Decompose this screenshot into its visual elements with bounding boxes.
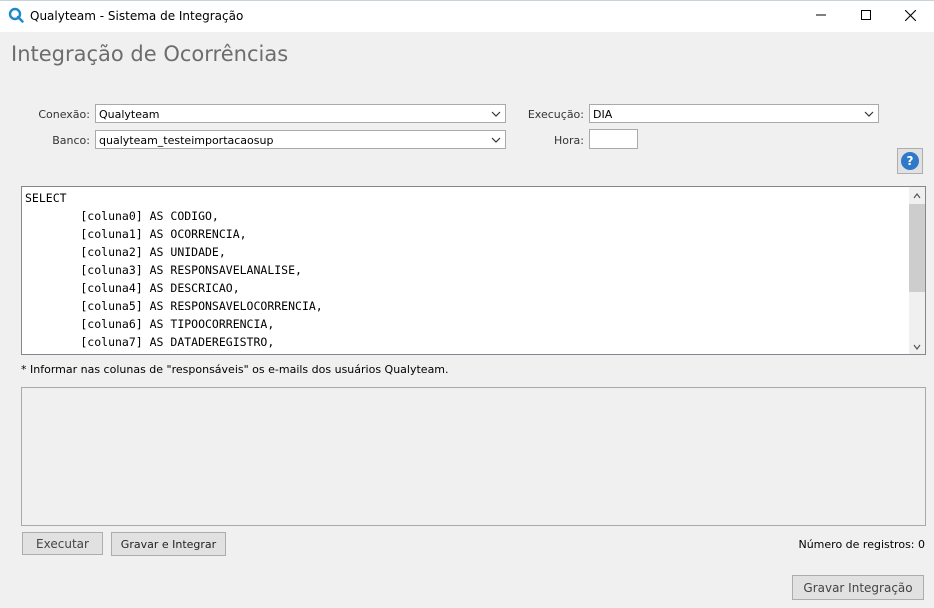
sql-line: SELECT [25, 191, 67, 205]
help-icon: ? [901, 152, 919, 170]
qualyteam-logo-icon [8, 7, 24, 23]
maximize-button[interactable] [843, 1, 888, 32]
sql-query-editor[interactable]: SELECT [coluna0] AS CODIGO, [coluna1] AS… [21, 186, 926, 355]
gravar-e-integrar-button[interactable]: Gravar e Integrar [111, 532, 226, 556]
maximize-icon [860, 10, 871, 23]
scroll-thumb[interactable] [909, 204, 925, 292]
title-bar[interactable]: Qualyteam - Sistema de Integração [0, 1, 934, 32]
close-icon [904, 9, 917, 24]
scroll-up-button[interactable] [909, 187, 925, 203]
sql-line: [coluna7] AS DATADEREGISTRO, [25, 335, 275, 349]
hora-label: Hora: [554, 134, 584, 147]
sql-line: [coluna4] AS DESCRICAO, [25, 281, 240, 295]
banco-select[interactable]: qualyteam_testeimportacaosup [95, 130, 506, 149]
chevron-down-icon [491, 109, 501, 122]
result-output-area[interactable] [21, 387, 926, 526]
sql-line: [coluna1] AS OCORRENCIA, [25, 227, 247, 241]
executar-button[interactable]: Executar [22, 532, 103, 555]
close-button[interactable] [888, 1, 933, 32]
sql-line: [coluna6] AS TIPOOCORRENCIA, [25, 317, 275, 331]
banco-value: qualyteam_testeimportacaosup [99, 134, 274, 147]
page-title: Integração de Ocorrências [11, 42, 289, 66]
sql-line: [coluna3] AS RESPONSAVELANALISE, [25, 263, 302, 277]
chevron-down-icon [913, 340, 921, 353]
sql-line: [coluna5] AS RESPONSAVELOCORRENCIA, [25, 299, 323, 313]
vertical-scrollbar[interactable] [909, 187, 925, 354]
hora-input[interactable] [589, 129, 638, 149]
chevron-down-icon [491, 135, 501, 148]
chevron-down-icon [864, 109, 874, 122]
scroll-down-button[interactable] [909, 338, 925, 354]
banco-label: Banco: [52, 134, 90, 147]
execucao-select[interactable]: DIA [589, 104, 879, 123]
sql-line: [coluna0] AS CODIGO, [25, 209, 219, 223]
responsaveis-note: * Informar nas colunas de "responsáveis"… [21, 363, 449, 376]
execucao-label: Execução: [527, 108, 584, 121]
minimize-icon [815, 10, 826, 23]
gravar-integracao-button[interactable]: Gravar Integração [792, 575, 924, 600]
help-button[interactable]: ? [897, 148, 923, 174]
sql-line: [coluna2] AS UNIDADE, [25, 245, 226, 259]
record-count: Número de registros: 0 [798, 538, 925, 551]
conexao-select[interactable]: Qualyteam [95, 104, 506, 123]
chevron-up-icon [913, 189, 921, 202]
execucao-value: DIA [593, 108, 613, 121]
window-title: Qualyteam - Sistema de Integração [30, 9, 244, 23]
conexao-value: Qualyteam [99, 108, 160, 121]
conexao-label: Conexão: [38, 108, 90, 121]
minimize-button[interactable] [798, 1, 843, 32]
